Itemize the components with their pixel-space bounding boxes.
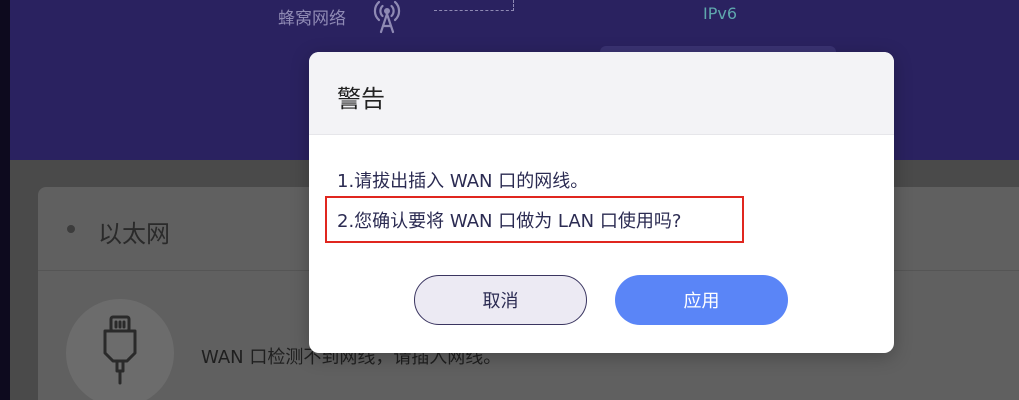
connection-line-tick bbox=[513, 0, 514, 11]
antenna-icon bbox=[373, 0, 401, 34]
instruction-line-2: 2.您确认要将 WAN 口做为 LAN 口使用吗? bbox=[337, 211, 682, 232]
warning-dialog: 警告 1.请拔出插入 WAN 口的网线。 2.您确认要将 WAN 口做为 LAN… bbox=[309, 52, 894, 353]
ipv6-label: IPv6 bbox=[703, 4, 738, 23]
bullet-dot bbox=[67, 225, 75, 233]
left-edge bbox=[0, 0, 10, 400]
cancel-button[interactable]: 取消 bbox=[414, 275, 587, 325]
apply-button[interactable]: 应用 bbox=[615, 275, 788, 325]
cellular-network-label: 蜂窝网络 bbox=[278, 9, 346, 29]
instruction-line-1: 1.请拔出插入 WAN 口的网线。 bbox=[337, 171, 589, 192]
connection-line bbox=[434, 10, 514, 11]
ethernet-cable-icon bbox=[103, 315, 137, 385]
dialog-header: 警告 bbox=[309, 52, 894, 135]
dialog-title: 警告 bbox=[337, 85, 385, 113]
ethernet-title: 以太网 bbox=[98, 220, 170, 248]
